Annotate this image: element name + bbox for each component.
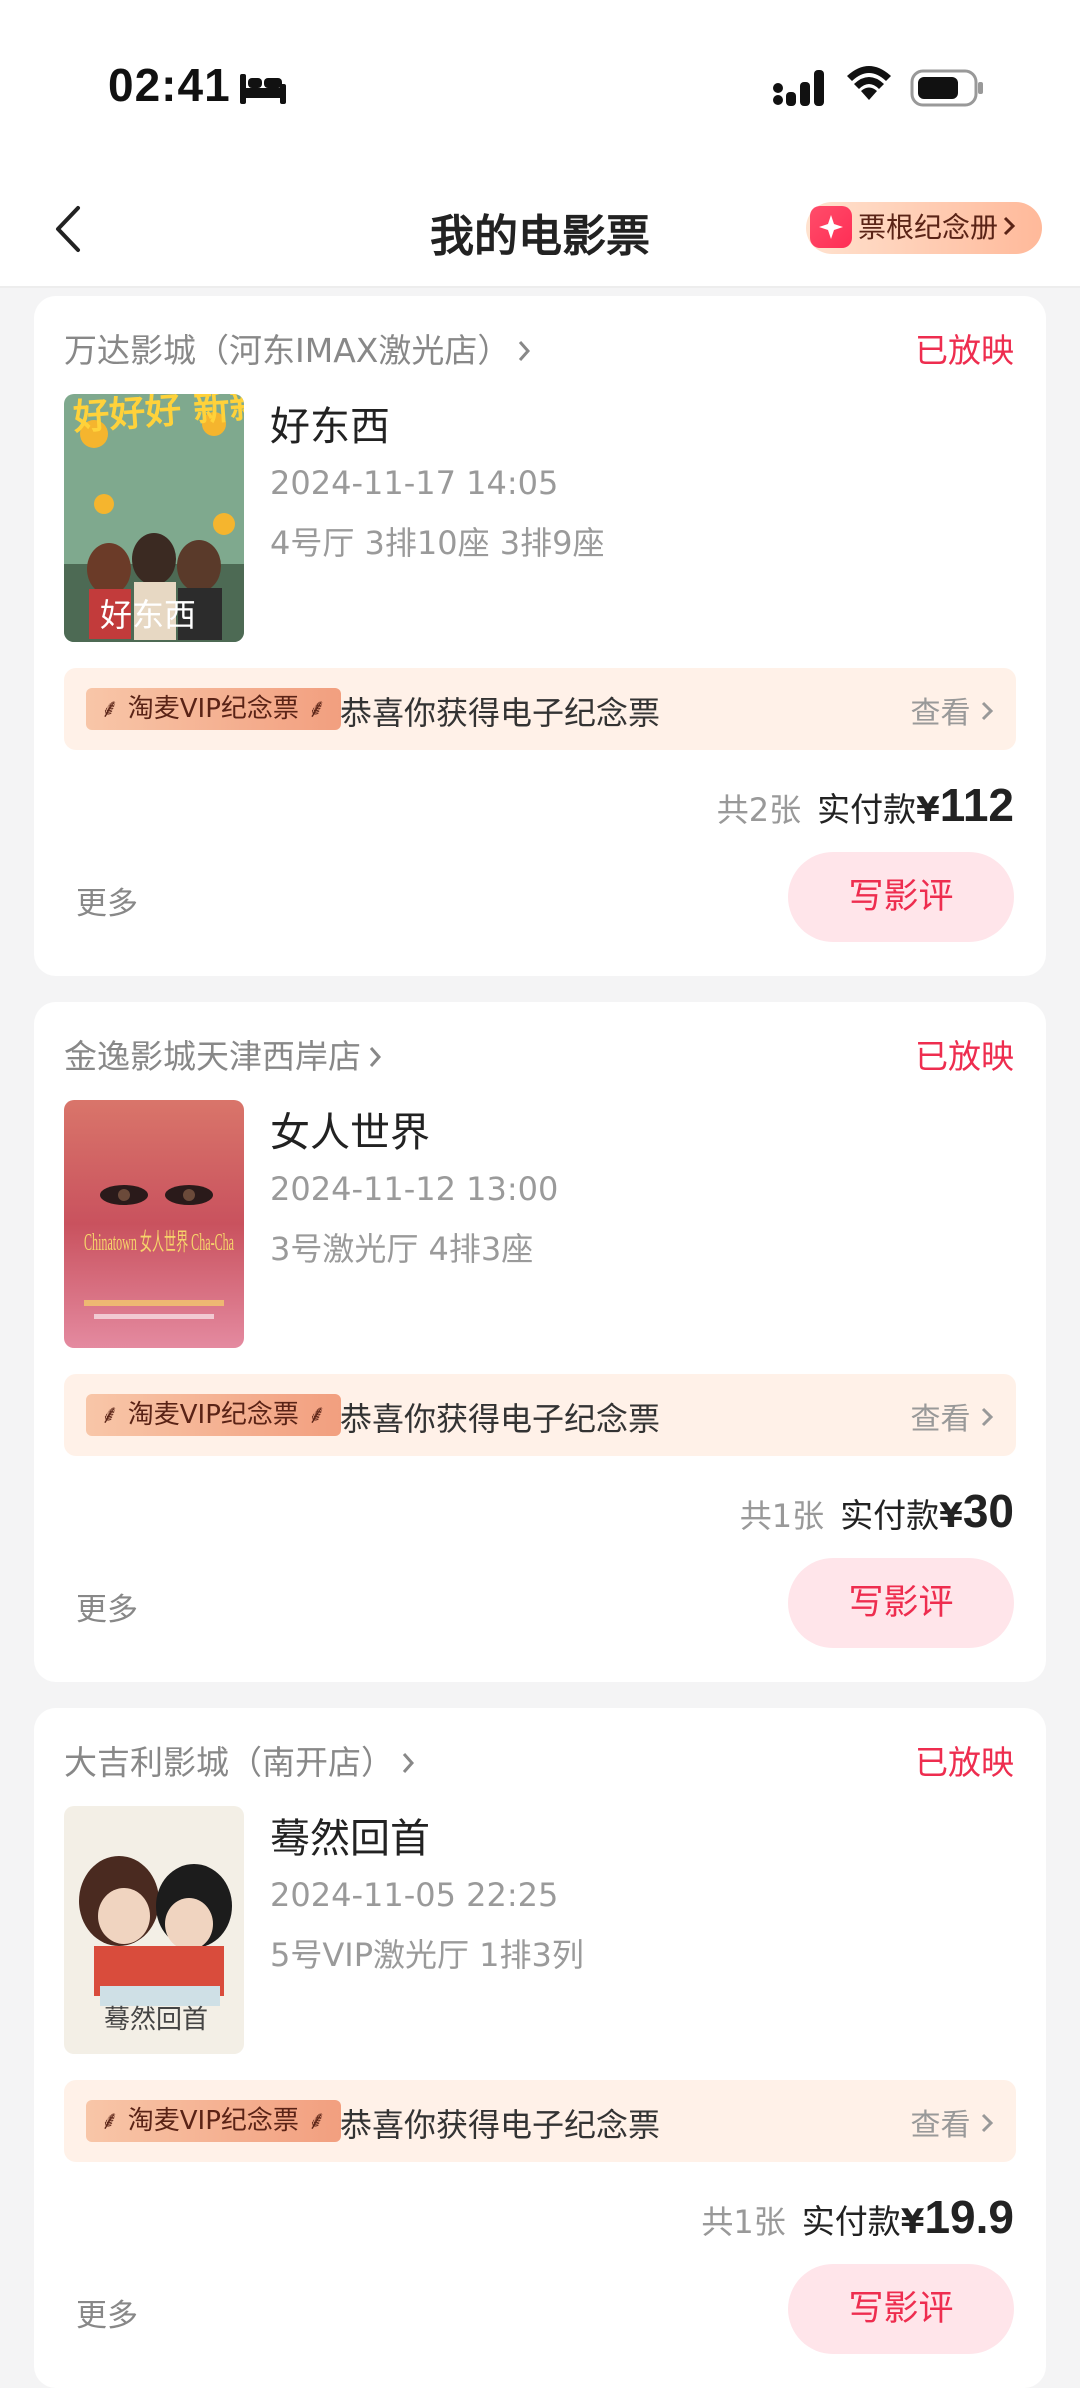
write-review-button[interactable]: 写影评 — [788, 852, 1014, 942]
ticket-card[interactable]: 金逸影城天津西岸店 已放映 Chinatown 女人世界 Cha-Cha 女人世… — [34, 1002, 1046, 1682]
cinema-name: 金逸影城天津西岸店 — [64, 1037, 361, 1076]
chevron-right-icon — [1002, 202, 1016, 254]
chevron-right-icon — [516, 333, 532, 372]
status-bar: 02:41 — [0, 0, 1080, 170]
movie-title: 女人世界 — [270, 1110, 430, 1156]
ticket-count: 共2张 — [716, 791, 802, 829]
ticket-album-label: 票根纪念册 — [858, 211, 999, 244]
movie-poster[interactable]: Chinatown 女人世界 Cha-Cha — [64, 1100, 244, 1348]
currency-symbol: ¥ — [939, 1496, 963, 1536]
poster-text: Chinatown 女人世界 Cha-Cha — [84, 1229, 234, 1256]
ticket-album-button[interactable]: 票根纪念册 — [806, 202, 1043, 254]
currency-symbol: ¥ — [916, 790, 940, 830]
vip-souvenir-banner[interactable]: ⸙ 淘麦VIP纪念票 ⸙ 恭喜你获得电子纪念票 查看 — [64, 668, 1016, 750]
vip-message: 恭喜你获得电子纪念票 — [340, 1400, 661, 1438]
poster-caption: 好东西 — [100, 596, 196, 634]
movie-poster[interactable]: 蓦然回首 — [64, 1806, 244, 2054]
paid-label: 实付款 — [817, 790, 917, 829]
seat-info: 4号厅 3排10座 3排9座 — [270, 524, 605, 562]
ticket-card[interactable]: 万达影城（河东IMAX激光店） 已放映 好好好 新新新 好东西 好东西 2024… — [34, 296, 1046, 976]
currency-symbol: ¥ — [900, 2202, 925, 2242]
vip-souvenir-badge: ⸙ 淘麦VIP纪念票 ⸙ — [86, 2100, 341, 2142]
movie-poster[interactable]: 好好好 新新新 好东西 — [64, 394, 244, 642]
sparkle-icon — [810, 206, 852, 248]
view-link[interactable]: 查看 — [910, 688, 994, 732]
cinema-link[interactable]: 大吉利影城（南开店） — [64, 1736, 416, 1784]
chevron-right-icon — [981, 1407, 994, 1427]
chevron-right-icon — [400, 1745, 416, 1784]
price-row: 共1张 实付款¥30 — [740, 1484, 1014, 1538]
ticket-count: 共1张 — [701, 2203, 786, 2241]
vip-souvenir-banner[interactable]: ⸙ 淘麦VIP纪念票 ⸙ 恭喜你获得电子纪念票 查看 — [64, 1374, 1016, 1456]
more-button[interactable]: 更多 — [76, 2290, 138, 2335]
cinema-link[interactable]: 万达影城（河东IMAX激光店） — [64, 324, 532, 372]
seat-info: 5号VIP激光厅 1排3列 — [270, 1936, 584, 1974]
ticket-count: 共1张 — [739, 1497, 825, 1535]
price-row: 共2张 实付款¥112 — [717, 778, 1014, 832]
chevron-right-icon — [367, 1039, 383, 1078]
clock: 02:41 — [108, 59, 231, 111]
paid-amount: 30 — [962, 1485, 1014, 1537]
paid-label: 实付款 — [840, 1496, 940, 1535]
status-badge: 已放映 — [915, 1037, 1014, 1076]
cellular-signal-icon — [773, 70, 824, 106]
vip-souvenir-banner[interactable]: ⸙ 淘麦VIP纪念票 ⸙ 恭喜你获得电子纪念票 查看 — [64, 2080, 1016, 2162]
wifi-icon — [847, 66, 891, 100]
write-review-button[interactable]: 写影评 — [788, 2264, 1014, 2354]
paid-amount: 19.9 — [924, 2191, 1014, 2243]
showtime: 2024-11-05 22:25 — [270, 1876, 559, 1914]
battery-icon — [910, 69, 983, 107]
navigation-bar: 我的电影票 票根纪念册 — [0, 170, 1080, 288]
paid-amount: 112 — [939, 779, 1014, 831]
showtime: 2024-11-12 13:00 — [270, 1170, 559, 1208]
movie-title: 好东西 — [270, 404, 390, 450]
seat-info: 3号激光厅 4排3座 — [270, 1230, 534, 1268]
chevron-right-icon — [981, 2113, 994, 2133]
vip-message: 恭喜你获得电子纪念票 — [340, 2106, 661, 2144]
more-button[interactable]: 更多 — [76, 1584, 138, 1629]
status-badge: 已放映 — [915, 1743, 1014, 1782]
cinema-name: 万达影城（河东IMAX激光店） — [64, 331, 511, 370]
showtime: 2024-11-17 14:05 — [270, 464, 559, 502]
view-link[interactable]: 查看 — [910, 1394, 994, 1438]
status-badge: 已放映 — [915, 331, 1014, 370]
view-link[interactable]: 查看 — [910, 2100, 994, 2144]
cinema-name: 大吉利影城（南开店） — [64, 1743, 394, 1782]
poster-text: 蓦然回首 — [104, 2005, 208, 2035]
cinema-link[interactable]: 金逸影城天津西岸店 — [64, 1030, 383, 1078]
more-button[interactable]: 更多 — [76, 878, 138, 923]
vip-souvenir-badge: ⸙ 淘麦VIP纪念票 ⸙ — [86, 688, 341, 730]
write-review-button[interactable]: 写影评 — [788, 1558, 1014, 1648]
ticket-card[interactable]: 大吉利影城（南开店） 已放映 蓦然回首 蓦然回首 2024-11-05 22:2… — [34, 1708, 1046, 2388]
vip-souvenir-badge: ⸙ 淘麦VIP纪念票 ⸙ — [86, 1394, 341, 1436]
sleep-mode-icon — [240, 74, 286, 104]
chevron-right-icon — [981, 701, 994, 721]
paid-label: 实付款 — [801, 2202, 901, 2241]
price-row: 共1张 实付款¥19.9 — [701, 2190, 1014, 2244]
movie-title: 蓦然回首 — [270, 1816, 430, 1862]
vip-message: 恭喜你获得电子纪念票 — [340, 694, 661, 732]
